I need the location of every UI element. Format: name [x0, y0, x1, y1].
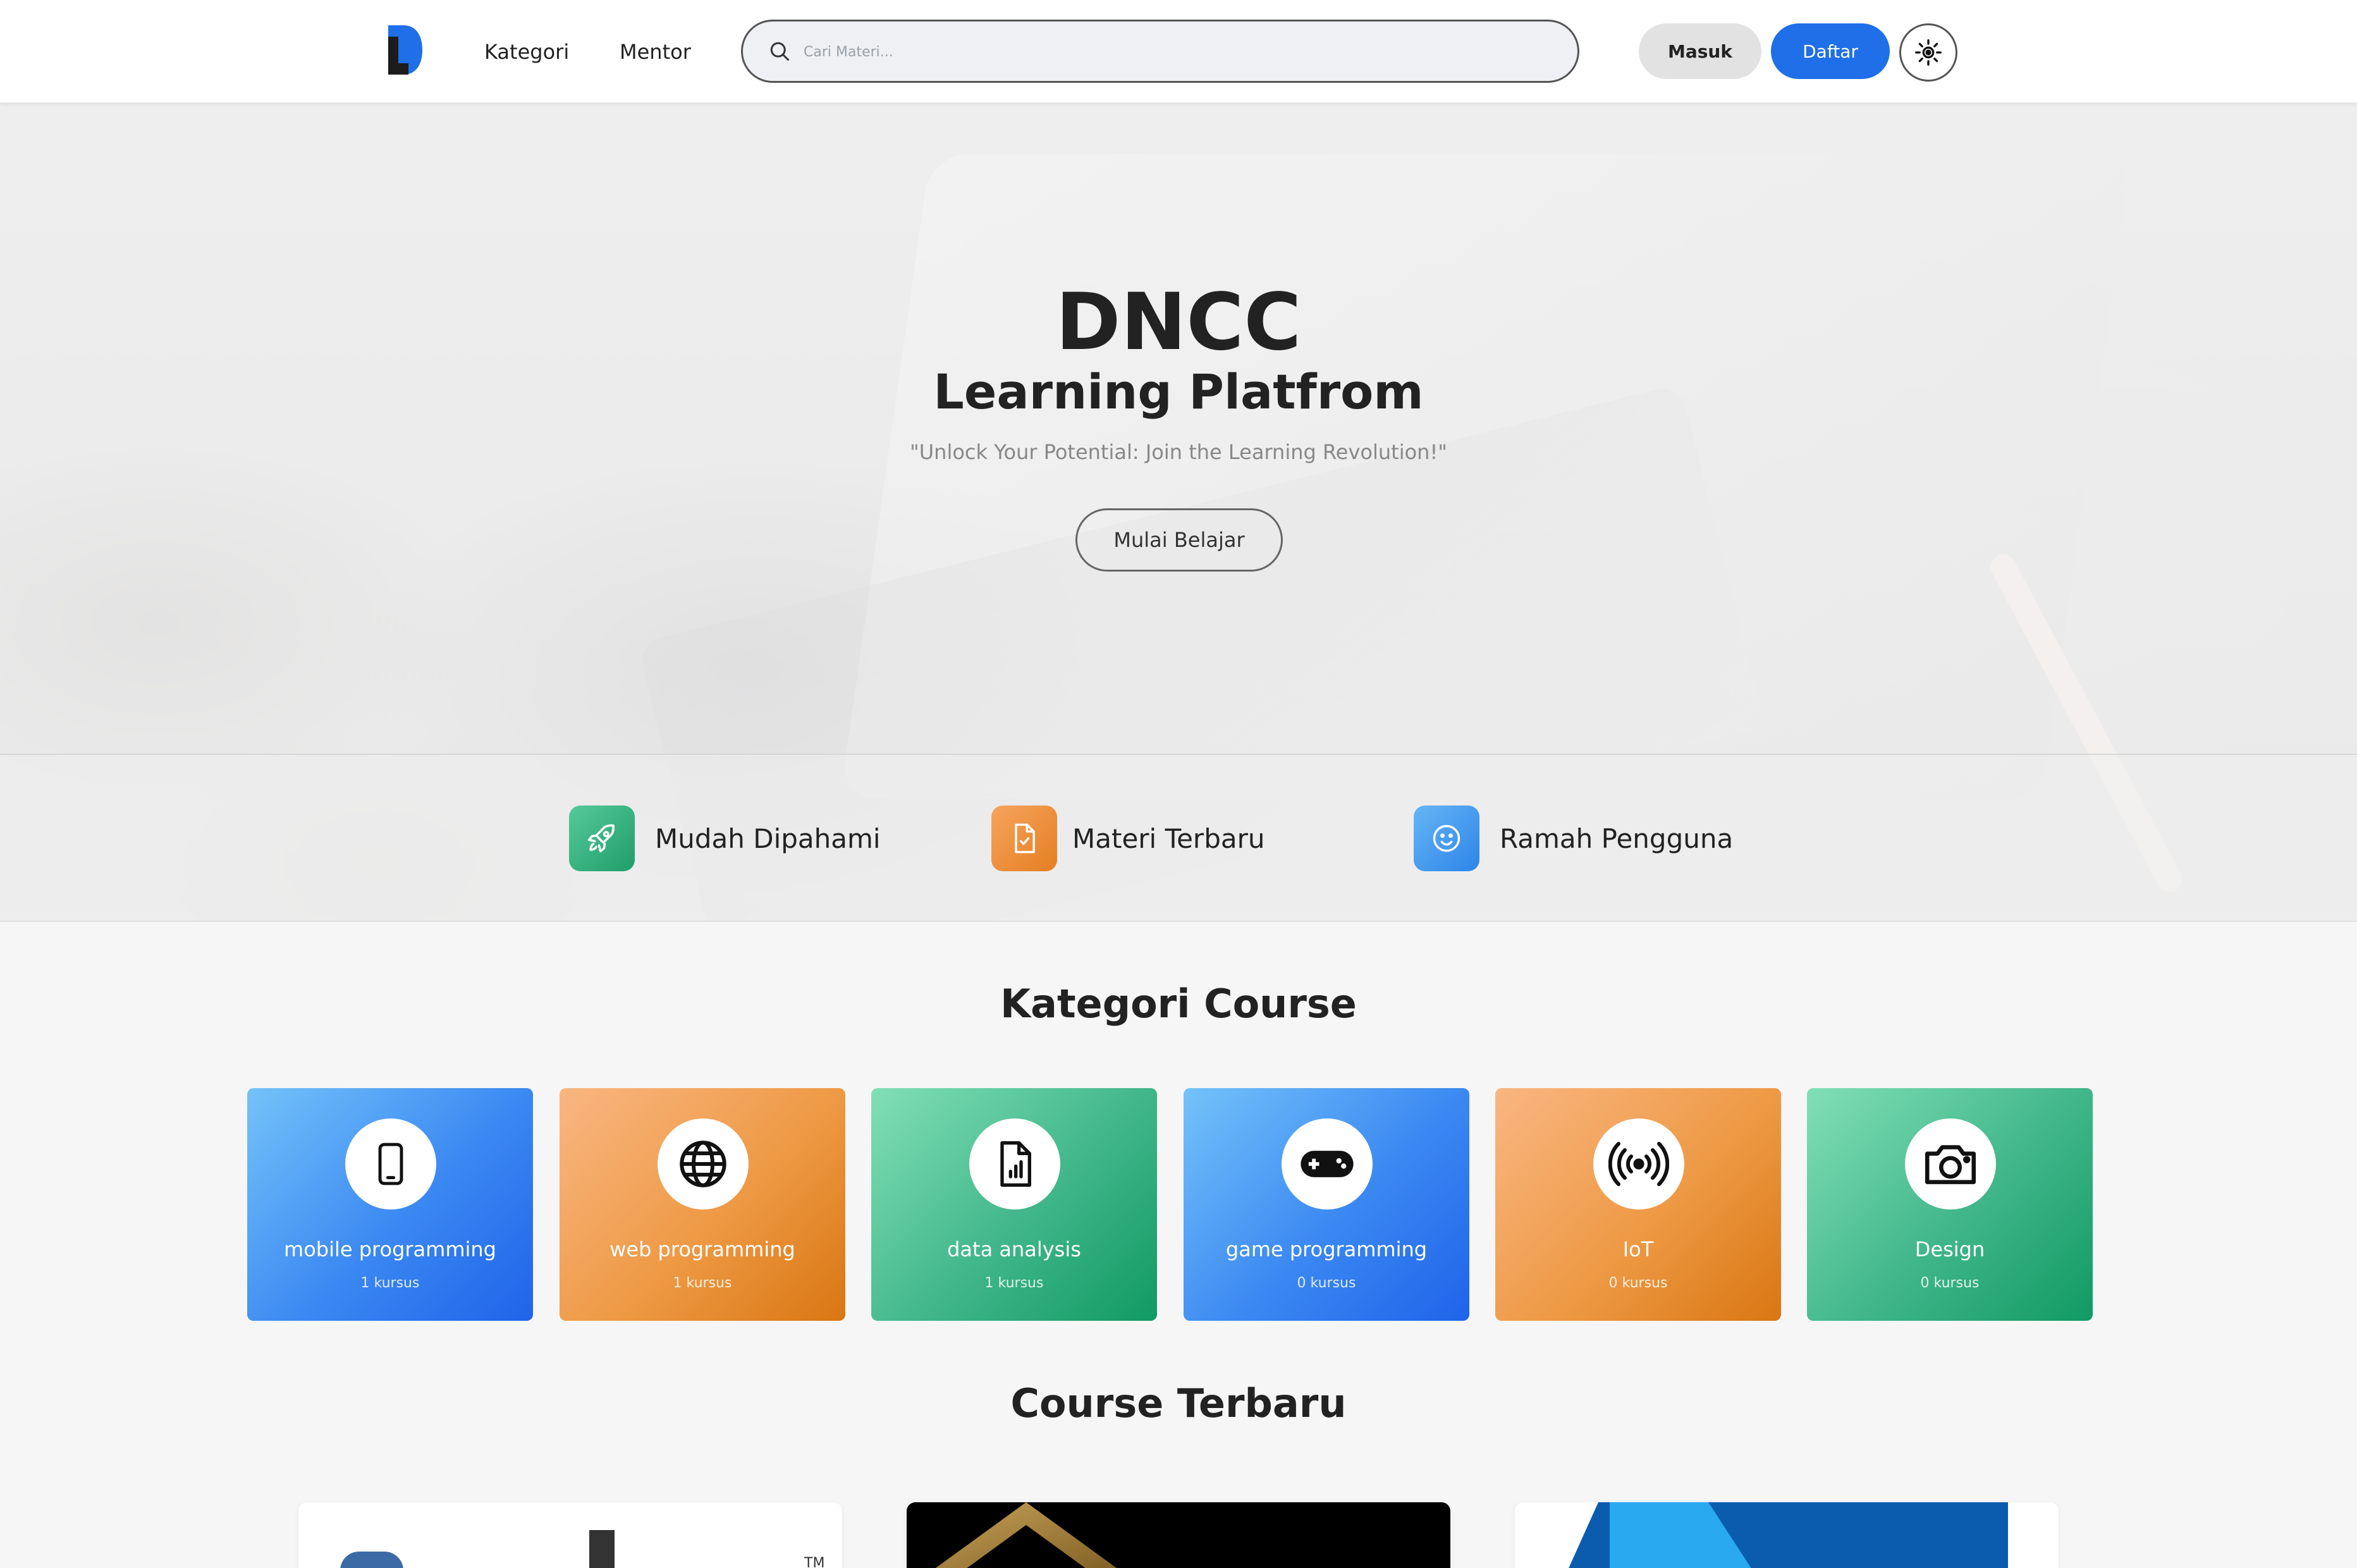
hero-tagline: "Unlock Your Potential: Join the Learnin… — [910, 440, 1447, 464]
nav-link-kategori[interactable]: Kategori — [484, 37, 569, 67]
document-check-icon — [991, 805, 1057, 871]
chart-document-icon — [969, 1118, 1060, 1210]
broadcast-icon — [1593, 1118, 1684, 1210]
category-card-game-programming[interactable]: game programming 0 kursus — [1184, 1088, 1469, 1321]
camera-icon — [1905, 1118, 1996, 1210]
course-thumbnail-emblem — [922, 1502, 1130, 1568]
category-count: 1 kursus — [673, 1275, 732, 1291]
course-card-blue[interactable] — [1515, 1502, 2059, 1568]
rocket-icon — [569, 805, 635, 871]
login-button[interactable]: Masuk — [1639, 23, 1761, 79]
category-count: 0 kursus — [1920, 1275, 1980, 1291]
search-icon — [770, 42, 789, 61]
smartphone-icon — [345, 1118, 436, 1210]
nav-link-mentor[interactable]: Mentor — [620, 37, 691, 67]
register-button[interactable]: Daftar — [1771, 23, 1890, 79]
start-learning-button[interactable]: Mulai Belajar — [1075, 508, 1283, 572]
category-name: IoT — [1622, 1237, 1654, 1261]
python-logo-icon — [340, 1552, 403, 1568]
theme-toggle-button[interactable] — [1899, 23, 1957, 82]
feature-friendly: Ramah Pengguna — [1414, 805, 1733, 871]
course-card-python[interactable]: TM — [298, 1502, 842, 1568]
trademark-mark: TM — [804, 1555, 825, 1568]
feature-label: Materi Terbaru — [1072, 823, 1265, 854]
search-bar[interactable] — [741, 20, 1579, 83]
category-card-iot[interactable]: IoT 0 kursus — [1495, 1088, 1781, 1321]
navbar: Kategori Mentor Masuk Daftar — [0, 0, 2357, 104]
category-count: 0 kursus — [1297, 1275, 1356, 1291]
course-card-dark[interactable] — [907, 1502, 1450, 1568]
feature-easy: Mudah Dipahami — [569, 805, 881, 871]
category-card-data-analysis[interactable]: data analysis 1 kursus — [871, 1088, 1157, 1321]
categories-heading: Kategori Course — [1000, 981, 1357, 1027]
category-name: data analysis — [947, 1237, 1081, 1261]
sun-icon — [1915, 39, 1942, 66]
latest-courses-heading: Course Terbaru — [1010, 1380, 1347, 1426]
features-strip: Mudah Dipahami Materi Terbaru Ramah Peng… — [0, 754, 2357, 922]
feature-latest: Materi Terbaru — [991, 805, 1264, 871]
feature-label: Ramah Pengguna — [1500, 823, 1734, 854]
smiley-icon — [1414, 805, 1479, 871]
gamepad-icon — [1282, 1118, 1373, 1210]
globe-icon — [658, 1118, 749, 1210]
category-name: game programming — [1225, 1237, 1428, 1261]
category-count: 1 kursus — [984, 1275, 1044, 1291]
category-name: web programming — [609, 1237, 795, 1261]
dncc-logo-icon[interactable] — [386, 24, 424, 76]
category-count: 0 kursus — [1608, 1275, 1668, 1291]
hero-title: DNCC — [1055, 277, 1302, 368]
category-count: 1 kursus — [360, 1275, 420, 1291]
hero-subtitle: Learning Platfrom — [933, 364, 1424, 420]
category-card-design[interactable]: Design 0 kursus — [1807, 1088, 2093, 1321]
course-thumbnail-lettering — [589, 1530, 615, 1568]
category-name: Design — [1914, 1237, 1985, 1261]
search-input[interactable] — [804, 33, 1550, 71]
category-card-mobile-programming[interactable]: mobile programming 1 kursus — [247, 1088, 533, 1321]
category-card-web-programming[interactable]: web programming 1 kursus — [560, 1088, 845, 1321]
category-name: mobile programming — [284, 1237, 496, 1261]
feature-label: Mudah Dipahami — [655, 823, 881, 854]
